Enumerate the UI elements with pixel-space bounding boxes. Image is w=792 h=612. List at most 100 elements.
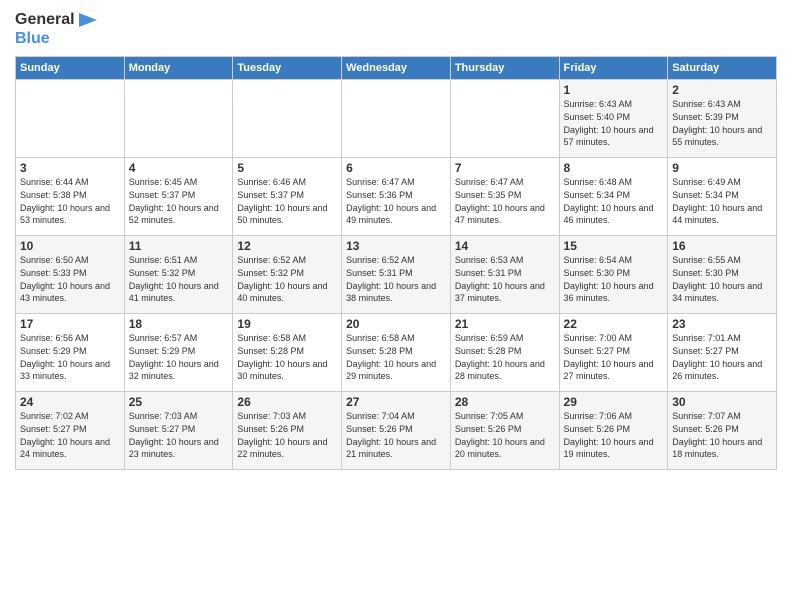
day-number: 7: [455, 161, 555, 175]
day-info: Sunrise: 7:03 AM Sunset: 5:26 PM Dayligh…: [237, 410, 337, 460]
day-number: 27: [346, 395, 446, 409]
day-number: 19: [237, 317, 337, 331]
day-cell: [16, 80, 125, 158]
day-number: 3: [20, 161, 120, 175]
day-info: Sunrise: 7:06 AM Sunset: 5:26 PM Dayligh…: [564, 410, 664, 460]
day-info: Sunrise: 6:56 AM Sunset: 5:29 PM Dayligh…: [20, 332, 120, 382]
day-cell: 6Sunrise: 6:47 AM Sunset: 5:36 PM Daylig…: [342, 158, 451, 236]
day-number: 2: [672, 83, 772, 97]
day-cell: 14Sunrise: 6:53 AM Sunset: 5:31 PM Dayli…: [450, 236, 559, 314]
day-cell: 23Sunrise: 7:01 AM Sunset: 5:27 PM Dayli…: [668, 314, 777, 392]
day-cell: 18Sunrise: 6:57 AM Sunset: 5:29 PM Dayli…: [124, 314, 233, 392]
day-info: Sunrise: 7:00 AM Sunset: 5:27 PM Dayligh…: [564, 332, 664, 382]
day-cell: 16Sunrise: 6:55 AM Sunset: 5:30 PM Dayli…: [668, 236, 777, 314]
day-cell: 26Sunrise: 7:03 AM Sunset: 5:26 PM Dayli…: [233, 392, 342, 470]
day-number: 13: [346, 239, 446, 253]
col-header-tuesday: Tuesday: [233, 57, 342, 80]
day-number: 6: [346, 161, 446, 175]
day-info: Sunrise: 7:04 AM Sunset: 5:26 PM Dayligh…: [346, 410, 446, 460]
day-info: Sunrise: 6:44 AM Sunset: 5:38 PM Dayligh…: [20, 176, 120, 226]
day-cell: 8Sunrise: 6:48 AM Sunset: 5:34 PM Daylig…: [559, 158, 668, 236]
day-cell: 20Sunrise: 6:58 AM Sunset: 5:28 PM Dayli…: [342, 314, 451, 392]
day-info: Sunrise: 7:01 AM Sunset: 5:27 PM Dayligh…: [672, 332, 772, 382]
week-row-1: 1Sunrise: 6:43 AM Sunset: 5:40 PM Daylig…: [16, 80, 777, 158]
day-cell: 25Sunrise: 7:03 AM Sunset: 5:27 PM Dayli…: [124, 392, 233, 470]
day-number: 14: [455, 239, 555, 253]
day-info: Sunrise: 6:47 AM Sunset: 5:36 PM Dayligh…: [346, 176, 446, 226]
day-cell: 17Sunrise: 6:56 AM Sunset: 5:29 PM Dayli…: [16, 314, 125, 392]
day-cell: 7Sunrise: 6:47 AM Sunset: 5:35 PM Daylig…: [450, 158, 559, 236]
day-cell: 12Sunrise: 6:52 AM Sunset: 5:32 PM Dayli…: [233, 236, 342, 314]
col-header-sunday: Sunday: [16, 57, 125, 80]
day-number: 4: [129, 161, 229, 175]
day-number: 11: [129, 239, 229, 253]
day-cell: 22Sunrise: 7:00 AM Sunset: 5:27 PM Dayli…: [559, 314, 668, 392]
day-info: Sunrise: 6:54 AM Sunset: 5:30 PM Dayligh…: [564, 254, 664, 304]
day-cell: 28Sunrise: 7:05 AM Sunset: 5:26 PM Dayli…: [450, 392, 559, 470]
day-info: Sunrise: 6:52 AM Sunset: 5:31 PM Dayligh…: [346, 254, 446, 304]
day-info: Sunrise: 6:50 AM Sunset: 5:33 PM Dayligh…: [20, 254, 120, 304]
col-header-saturday: Saturday: [668, 57, 777, 80]
day-info: Sunrise: 6:43 AM Sunset: 5:39 PM Dayligh…: [672, 98, 772, 148]
header-row: SundayMondayTuesdayWednesdayThursdayFrid…: [16, 57, 777, 80]
day-cell: 21Sunrise: 6:59 AM Sunset: 5:28 PM Dayli…: [450, 314, 559, 392]
day-info: Sunrise: 6:47 AM Sunset: 5:35 PM Dayligh…: [455, 176, 555, 226]
header: General Blue: [15, 10, 777, 48]
col-header-friday: Friday: [559, 57, 668, 80]
day-info: Sunrise: 6:46 AM Sunset: 5:37 PM Dayligh…: [237, 176, 337, 226]
day-number: 18: [129, 317, 229, 331]
day-number: 1: [564, 83, 664, 97]
day-number: 20: [346, 317, 446, 331]
day-cell: 29Sunrise: 7:06 AM Sunset: 5:26 PM Dayli…: [559, 392, 668, 470]
day-number: 12: [237, 239, 337, 253]
day-cell: 24Sunrise: 7:02 AM Sunset: 5:27 PM Dayli…: [16, 392, 125, 470]
day-cell: 3Sunrise: 6:44 AM Sunset: 5:38 PM Daylig…: [16, 158, 125, 236]
day-info: Sunrise: 6:55 AM Sunset: 5:30 PM Dayligh…: [672, 254, 772, 304]
day-number: 8: [564, 161, 664, 175]
day-number: 25: [129, 395, 229, 409]
day-info: Sunrise: 7:07 AM Sunset: 5:26 PM Dayligh…: [672, 410, 772, 460]
col-header-monday: Monday: [124, 57, 233, 80]
day-number: 5: [237, 161, 337, 175]
day-info: Sunrise: 6:59 AM Sunset: 5:28 PM Dayligh…: [455, 332, 555, 382]
logo-text: General Blue: [15, 10, 97, 48]
day-number: 21: [455, 317, 555, 331]
day-cell: [124, 80, 233, 158]
col-header-wednesday: Wednesday: [342, 57, 451, 80]
day-number: 17: [20, 317, 120, 331]
day-number: 16: [672, 239, 772, 253]
page: General Blue SundayMondayTuesdayWednesda…: [0, 0, 792, 612]
day-info: Sunrise: 6:58 AM Sunset: 5:28 PM Dayligh…: [346, 332, 446, 382]
day-cell: 15Sunrise: 6:54 AM Sunset: 5:30 PM Dayli…: [559, 236, 668, 314]
day-cell: 30Sunrise: 7:07 AM Sunset: 5:26 PM Dayli…: [668, 392, 777, 470]
week-row-3: 10Sunrise: 6:50 AM Sunset: 5:33 PM Dayli…: [16, 236, 777, 314]
day-cell: 2Sunrise: 6:43 AM Sunset: 5:39 PM Daylig…: [668, 80, 777, 158]
week-row-4: 17Sunrise: 6:56 AM Sunset: 5:29 PM Dayli…: [16, 314, 777, 392]
day-number: 26: [237, 395, 337, 409]
day-number: 9: [672, 161, 772, 175]
day-cell: 19Sunrise: 6:58 AM Sunset: 5:28 PM Dayli…: [233, 314, 342, 392]
week-row-2: 3Sunrise: 6:44 AM Sunset: 5:38 PM Daylig…: [16, 158, 777, 236]
day-number: 29: [564, 395, 664, 409]
day-info: Sunrise: 6:48 AM Sunset: 5:34 PM Dayligh…: [564, 176, 664, 226]
day-number: 15: [564, 239, 664, 253]
day-number: 30: [672, 395, 772, 409]
logo: General Blue: [15, 10, 97, 48]
day-cell: [450, 80, 559, 158]
col-header-thursday: Thursday: [450, 57, 559, 80]
day-info: Sunrise: 6:43 AM Sunset: 5:40 PM Dayligh…: [564, 98, 664, 148]
day-number: 24: [20, 395, 120, 409]
day-cell: [233, 80, 342, 158]
day-cell: 4Sunrise: 6:45 AM Sunset: 5:37 PM Daylig…: [124, 158, 233, 236]
day-cell: 5Sunrise: 6:46 AM Sunset: 5:37 PM Daylig…: [233, 158, 342, 236]
day-number: 10: [20, 239, 120, 253]
day-cell: 11Sunrise: 6:51 AM Sunset: 5:32 PM Dayli…: [124, 236, 233, 314]
day-cell: 10Sunrise: 6:50 AM Sunset: 5:33 PM Dayli…: [16, 236, 125, 314]
day-info: Sunrise: 6:53 AM Sunset: 5:31 PM Dayligh…: [455, 254, 555, 304]
day-cell: [342, 80, 451, 158]
day-cell: 9Sunrise: 6:49 AM Sunset: 5:34 PM Daylig…: [668, 158, 777, 236]
day-info: Sunrise: 7:03 AM Sunset: 5:27 PM Dayligh…: [129, 410, 229, 460]
day-info: Sunrise: 6:52 AM Sunset: 5:32 PM Dayligh…: [237, 254, 337, 304]
day-info: Sunrise: 6:49 AM Sunset: 5:34 PM Dayligh…: [672, 176, 772, 226]
day-cell: 27Sunrise: 7:04 AM Sunset: 5:26 PM Dayli…: [342, 392, 451, 470]
